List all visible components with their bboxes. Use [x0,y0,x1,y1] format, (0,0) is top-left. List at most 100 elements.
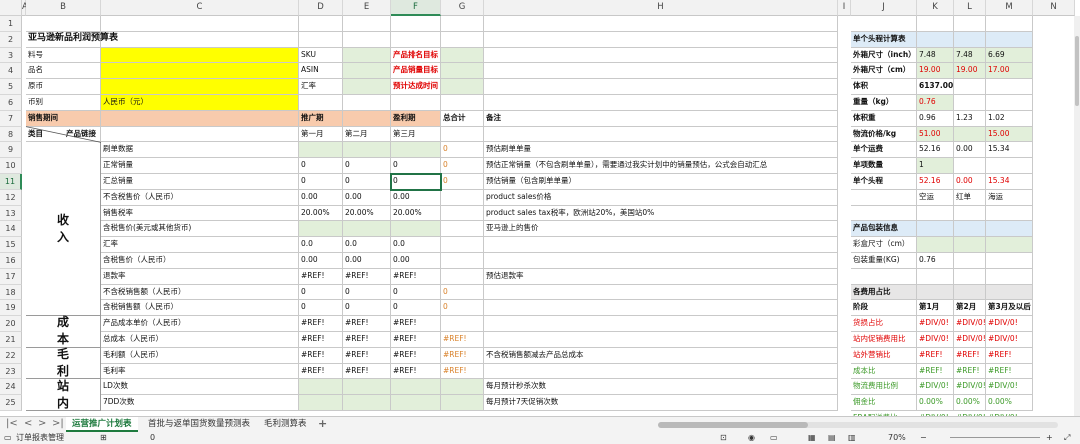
column-header-l[interactable]: L [954,0,986,16]
cell-text-j16[interactable]: 包装重量(KG) [851,253,917,269]
row-header-15[interactable]: 15 [0,237,22,253]
cell-H2[interactable] [484,31,838,48]
cell-G25[interactable] [441,395,484,411]
cell-text-d10[interactable]: 0 [299,158,343,174]
cell-text-g7[interactable]: 总合计 [441,111,484,127]
cell-text-c16[interactable]: 含税售价（人民币） [101,253,299,269]
eye-icon[interactable]: ◉ [748,432,755,444]
cell-text-g19[interactable]: 0 [441,300,484,316]
cell-text-c20[interactable]: 产品成本单价（人民币） [101,316,299,332]
row-header-11[interactable]: 11 [0,174,22,190]
row-header-16[interactable]: 16 [0,253,22,269]
row-header-4[interactable]: 4 [0,63,22,80]
cell-text-c24[interactable]: LD次数 [101,379,299,395]
cell-M1[interactable] [986,16,1033,32]
row-header-8[interactable]: 8 [0,126,22,143]
cell-text-m20[interactable]: #DIV/0! [986,316,1033,332]
row-header-19[interactable]: 19 [0,300,22,317]
cell-text-h14[interactable]: 亚马逊上的售价 [484,221,838,237]
cell-text-j20[interactable]: 货损占比 [851,316,917,332]
row-header-10[interactable]: 10 [0,158,22,174]
cell-text-c6[interactable]: 人民币（元） [101,95,299,111]
cell-text-c18[interactable]: 不含税销售额（人民币） [101,285,299,301]
cell-F9[interactable] [391,142,441,159]
column-header-d[interactable]: D [299,0,343,16]
view-protect-icon[interactable]: ⊡ [720,432,727,444]
cell-text-g10[interactable]: 0 [441,158,484,174]
cell-H21[interactable] [484,332,838,348]
cell-D14[interactable] [299,221,343,238]
cell-text-j11[interactable]: 单个头程 [851,174,917,190]
cell-text-j14[interactable]: 产品包装信息 [851,221,971,237]
cell-text-j22[interactable]: 站外营销比 [851,348,917,364]
cell-L16[interactable] [954,253,986,269]
cell-E2[interactable] [343,31,391,48]
tab-sheet-1[interactable]: 运营推广计划表 [66,417,138,432]
cell-D1[interactable] [299,16,343,32]
row-header-2[interactable]: 2 [0,31,22,48]
cell-text-m7[interactable]: 1.02 [986,111,1033,127]
cell-G3[interactable] [441,47,484,64]
cell-text-l9[interactable]: 0.00 [954,142,986,158]
row-header-6[interactable]: 6 [0,95,22,111]
cell-text-b3[interactable]: 料号 [26,48,101,64]
cell-G6[interactable] [441,95,484,111]
cell-text-m9[interactable]: 15.34 [986,142,1033,158]
cell-text-b6[interactable]: 币别 [26,95,101,111]
fullscreen-icon[interactable]: ⤢ [1064,432,1070,444]
cell-text-l25[interactable]: 0.00% [954,395,986,411]
cell-text-l3[interactable]: 7.48 [954,48,986,64]
row-header-24[interactable]: 24 [0,379,22,396]
cell-text-d7[interactable]: 推广期 [299,111,343,127]
cell-text-m23[interactable]: #REF! [986,364,1033,380]
cell-text-e12[interactable]: 0.00 [343,190,391,206]
cell-text-e22[interactable]: #REF! [343,348,391,364]
cell-text-h7[interactable]: 备注 [484,111,838,127]
cell-text-d12[interactable]: 0.00 [299,190,343,206]
cell-text-k10[interactable]: 1 [917,158,954,174]
cell-text-d5[interactable]: 汇率 [299,79,343,95]
cell-G2[interactable] [441,31,484,48]
column-header-e[interactable]: E [343,0,391,16]
cell-text-h17[interactable]: 预估退款率 [484,269,838,285]
cell-text-m11[interactable]: 15.34 [986,174,1033,190]
column-header-k[interactable]: K [917,0,954,16]
cell-G16[interactable] [441,253,484,269]
cell-text-e21[interactable]: #REF! [343,332,391,348]
zoom-level[interactable]: 70% [888,432,906,444]
cell-text-g18[interactable]: 0 [441,285,484,301]
cell-H16[interactable] [484,253,838,269]
cell-M18[interactable] [986,284,1033,301]
cell-text-d11[interactable]: 0 [299,174,343,190]
page-layout-icon[interactable]: ▤ [828,432,836,444]
cell-text-c11[interactable]: 汇总销量 [101,174,299,190]
cell-text-f21[interactable]: #REF! [391,332,441,348]
row-header-3[interactable]: 3 [0,47,22,64]
cell-text-g23[interactable]: #REF! [441,364,484,380]
cell-text-j19[interactable]: 阶段 [851,300,917,316]
cell-text-e19[interactable]: 0 [343,300,391,316]
cell-text-e10[interactable]: 0 [343,158,391,174]
cell-text-c17[interactable]: 退款率 [101,269,299,285]
cell-text-e8[interactable]: 第二月 [343,127,391,143]
normal-view-icon[interactable]: ▦ [808,432,816,444]
cell-text-c21[interactable]: 总成本（人民币） [101,332,299,348]
cell-text-m24[interactable]: #DIV/0! [986,379,1033,395]
first-sheet-icon[interactable]: |< [6,418,18,429]
cell-G13[interactable] [441,205,484,222]
cell-text-e15[interactable]: 0.0 [343,237,391,253]
cell-text-f5[interactable]: 预计达成时间 [391,79,441,95]
row-header-1[interactable]: 1 [0,16,22,32]
cell-text-k5[interactable]: 6137.00 [917,79,954,95]
cell-text-c25[interactable]: 7DD次数 [101,395,299,411]
cell-text-k21[interactable]: #DIV/0! [917,332,954,348]
cell-text-l11[interactable]: 0.00 [954,174,986,190]
cell-text-f8[interactable]: 第三月 [391,127,441,143]
cell-text-m8[interactable]: 15.00 [986,127,1033,143]
cell-E9[interactable] [343,142,391,159]
cell-text-k12[interactable]: 空运 [917,190,954,206]
cell-G5[interactable] [441,79,484,95]
cell-G12[interactable] [441,189,484,206]
cell-F2[interactable] [391,31,441,48]
cell-H23[interactable] [484,363,838,380]
